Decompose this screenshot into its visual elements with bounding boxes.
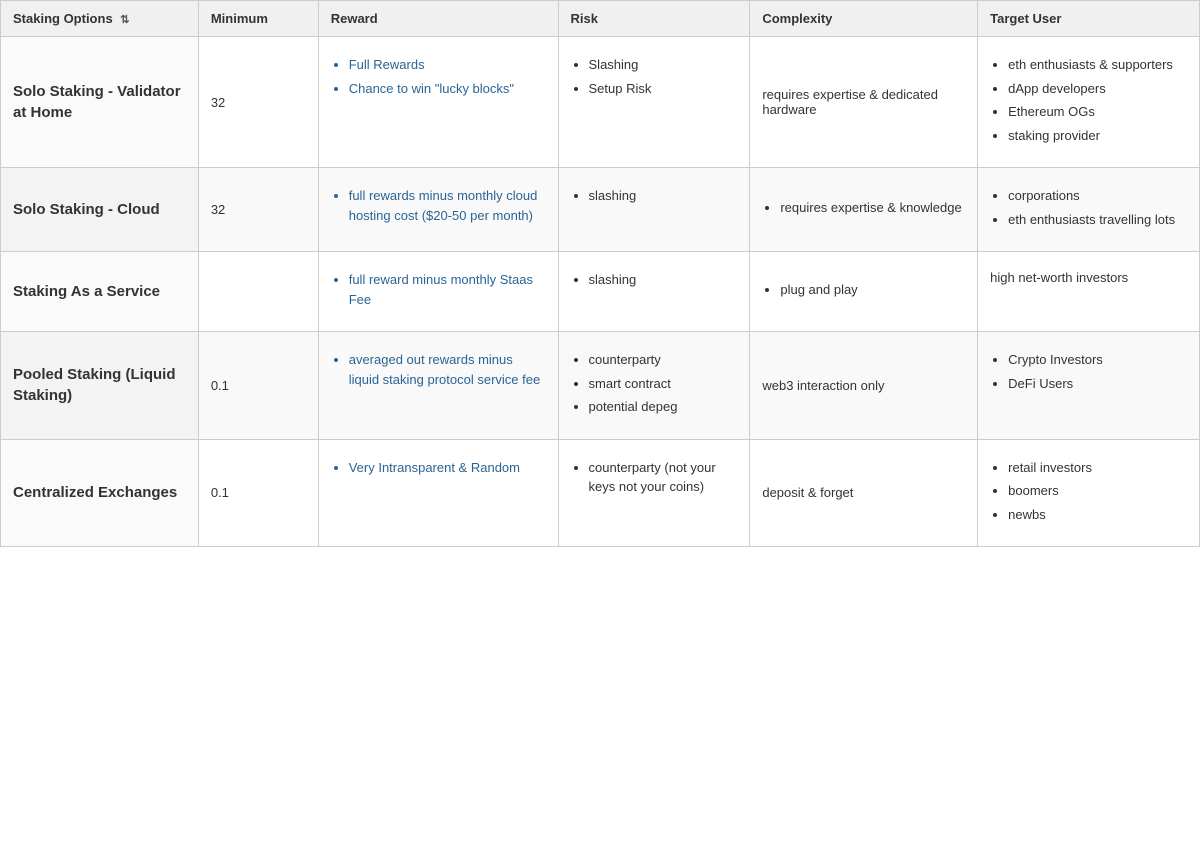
table-row: Centralized Exchanges0.1 Very Intranspare… [1, 439, 1200, 547]
target-user-item: newbs [1008, 505, 1187, 525]
cell-target-user: retail investors boomers newbs [978, 439, 1200, 547]
cell-minimum: 0.1 [198, 439, 318, 547]
reward-item: Full Rewards [349, 55, 546, 75]
table-row: Pooled Staking (Liquid Staking)0.1 averag… [1, 332, 1200, 440]
cell-reward: Very Intransparent & Random [318, 439, 558, 547]
cell-minimum: 32 [198, 168, 318, 252]
risk-item: Slashing [589, 55, 738, 75]
risk-item: slashing [589, 270, 738, 290]
risk-item: smart contract [589, 374, 738, 394]
cell-complexity: web3 interaction only [750, 332, 978, 440]
risk-item: Setup Risk [589, 79, 738, 99]
cell-reward: full rewards minus monthly cloud hosting… [318, 168, 558, 252]
cell-minimum [198, 252, 318, 332]
table-header-row: Staking Options ⇅ Minimum Reward Risk Co… [1, 1, 1200, 37]
header-staking-options[interactable]: Staking Options ⇅ [1, 1, 199, 37]
complexity-item: plug and play [780, 280, 965, 300]
reward-item: full rewards minus monthly cloud hosting… [349, 186, 546, 225]
cell-complexity: requires expertise & knowledge [750, 168, 978, 252]
table-row: Solo Staking - Cloud32 full rewards minus… [1, 168, 1200, 252]
header-minimum: Minimum [198, 1, 318, 37]
cell-risk: Slashing Setup Risk [558, 37, 750, 168]
target-user-item: Crypto Investors [1008, 350, 1187, 370]
target-user-item: eth enthusiasts travelling lots [1008, 210, 1187, 230]
cell-reward: averaged out rewards minus liquid stakin… [318, 332, 558, 440]
target-user-item: dApp developers [1008, 79, 1187, 99]
cell-risk: counterparty (not your keys not your coi… [558, 439, 750, 547]
reward-item: Chance to win "lucky blocks" [349, 79, 546, 99]
cell-reward: Full Rewards Chance to win "lucky blocks" [318, 37, 558, 168]
cell-target-user: eth enthusiasts & supporters dApp develop… [978, 37, 1200, 168]
cell-reward: full reward minus monthly Staas Fee [318, 252, 558, 332]
header-staking-options-label: Staking Options [13, 11, 113, 26]
header-complexity: Complexity [750, 1, 978, 37]
table-row: Solo Staking - Validator at Home32Full R… [1, 37, 1200, 168]
staking-comparison-table: Staking Options ⇅ Minimum Reward Risk Co… [0, 0, 1200, 547]
reward-item: full reward minus monthly Staas Fee [349, 270, 546, 309]
cell-target-user: Crypto Investors DeFi Users [978, 332, 1200, 440]
header-risk: Risk [558, 1, 750, 37]
target-user-item: Ethereum OGs [1008, 102, 1187, 122]
table-row: Staking As a Service full reward minus mo… [1, 252, 1200, 332]
complexity-item: requires expertise & knowledge [780, 198, 965, 218]
cell-minimum: 0.1 [198, 332, 318, 440]
risk-item: counterparty [589, 350, 738, 370]
target-user-item: boomers [1008, 481, 1187, 501]
reward-item: Very Intransparent & Random [349, 458, 546, 478]
risk-item: counterparty (not your keys not your coi… [589, 458, 738, 497]
cell-complexity: plug and play [750, 252, 978, 332]
target-user-item: eth enthusiasts & supporters [1008, 55, 1187, 75]
target-user-item: corporations [1008, 186, 1187, 206]
cell-minimum: 32 [198, 37, 318, 168]
reward-item: averaged out rewards minus liquid stakin… [349, 350, 546, 389]
sort-icon: ⇅ [120, 13, 129, 26]
cell-option-name: Centralized Exchanges [1, 439, 199, 547]
header-target-user: Target User [978, 1, 1200, 37]
target-user-item: retail investors [1008, 458, 1187, 478]
risk-item: potential depeg [589, 397, 738, 417]
cell-target-user: high net-worth investors [978, 252, 1200, 332]
cell-option-name: Pooled Staking (Liquid Staking) [1, 332, 199, 440]
cell-target-user: corporations eth enthusiasts travelling l… [978, 168, 1200, 252]
target-user-item: DeFi Users [1008, 374, 1187, 394]
cell-complexity: deposit & forget [750, 439, 978, 547]
cell-option-name: Solo Staking - Validator at Home [1, 37, 199, 168]
risk-item: slashing [589, 186, 738, 206]
cell-complexity: requires expertise & dedicated hardware [750, 37, 978, 168]
header-reward: Reward [318, 1, 558, 37]
cell-option-name: Staking As a Service [1, 252, 199, 332]
cell-risk: slashing [558, 168, 750, 252]
cell-option-name: Solo Staking - Cloud [1, 168, 199, 252]
cell-risk: slashing [558, 252, 750, 332]
target-user-item: staking provider [1008, 126, 1187, 146]
cell-risk: counterparty smart contract potential depe… [558, 332, 750, 440]
